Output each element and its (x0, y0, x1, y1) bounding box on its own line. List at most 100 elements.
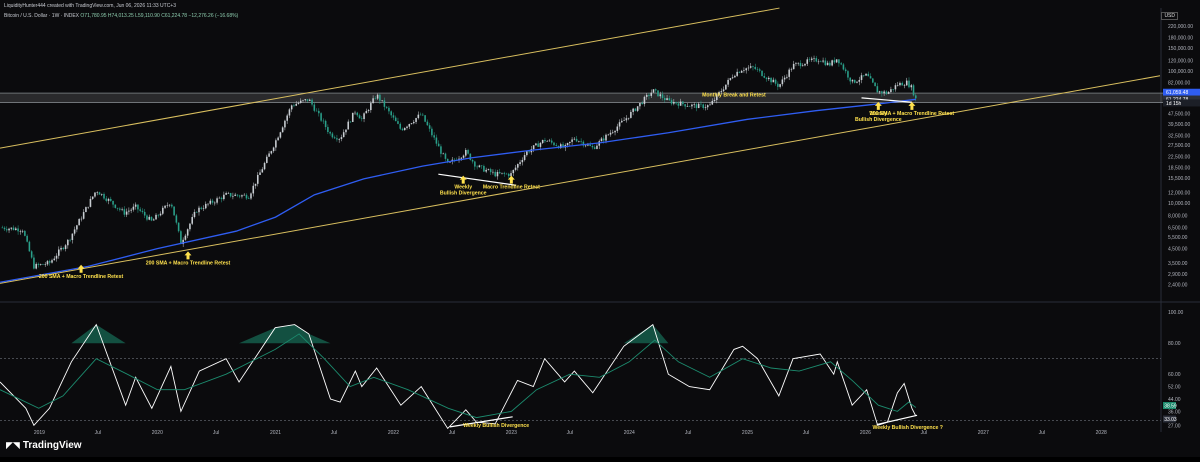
candle-body (385, 106, 388, 108)
candle-body (37, 263, 40, 265)
candle-body (700, 103, 702, 105)
candle-body (358, 115, 361, 119)
candle-body (356, 112, 359, 116)
candle-body (388, 107, 390, 112)
candle-body (885, 91, 888, 94)
candle-body (331, 133, 334, 138)
rsi-tick-label: 36.00 (1168, 409, 1181, 415)
candle-body (853, 79, 856, 83)
candle-body (91, 196, 94, 199)
candle-body (340, 137, 343, 140)
chart-svg[interactable]: 200 SMA + Macro Trendline Retest 200 SMA … (0, 0, 1200, 457)
candle-body (510, 173, 512, 177)
candle-body (277, 137, 279, 141)
candle-body (243, 194, 246, 196)
candle-body (623, 120, 625, 121)
candle-body (566, 143, 569, 146)
candle-body (15, 228, 17, 231)
candle-body (467, 149, 469, 154)
rsi-tick-label: 52.00 (1168, 385, 1181, 391)
candle-body (241, 195, 243, 197)
candle-body (28, 241, 31, 252)
candle-body (433, 135, 435, 138)
annotation-line: 200 SMA + Macro Trendline Retest (870, 111, 955, 117)
candle-body (675, 102, 677, 104)
candle-body (236, 194, 239, 196)
annotation-arrow-icon (77, 264, 85, 273)
annotation-line: 200 SMA + Macro Trendline Retest (39, 274, 124, 280)
candle-body (48, 261, 51, 263)
tradingview-logo[interactable]: ◤◥ TradingView (6, 440, 82, 451)
candle-body (894, 85, 897, 90)
time-tick-label: Jul (685, 430, 691, 436)
candle-body (139, 209, 141, 211)
candle-body (483, 165, 485, 172)
candle-body (218, 197, 221, 199)
candle-body (804, 63, 806, 66)
candle-body (788, 69, 790, 77)
candle-body (702, 104, 705, 108)
price-tick-label: 12,000.00 (1168, 190, 1190, 196)
candle-body (553, 142, 555, 146)
candle-body (498, 172, 501, 174)
candle-body (308, 99, 311, 101)
price-tick-label: 100,000.00 (1168, 69, 1193, 75)
candle-body (261, 169, 264, 173)
currency-badge[interactable]: USD (1161, 12, 1178, 20)
candle-body (602, 138, 605, 141)
candle-body (774, 79, 777, 84)
candle-body (17, 228, 19, 232)
price-tick-label: 5,500.00 (1168, 235, 1188, 241)
time-tick-label: 2019 (34, 430, 45, 436)
candle-body (523, 155, 526, 160)
candle-body (214, 202, 216, 204)
price-tick-label: 4,500.00 (1168, 247, 1188, 253)
candle-body (476, 166, 478, 168)
candle-body (679, 101, 682, 106)
candle-body (593, 147, 596, 149)
candle-body (761, 70, 763, 76)
candle-body (422, 114, 424, 116)
candle-body (370, 103, 372, 111)
candle-body (555, 145, 558, 146)
candle-body (641, 102, 643, 105)
candle-body (410, 123, 413, 125)
candle-body (42, 264, 44, 265)
candle-body (73, 229, 76, 234)
candle-body (677, 103, 680, 106)
candle-body (842, 64, 845, 70)
candle-body (168, 204, 171, 206)
candle-body (333, 137, 336, 139)
candle-body (659, 94, 662, 97)
candle-body (838, 59, 840, 64)
candle-body (376, 94, 379, 99)
candle-body (858, 79, 861, 82)
candle-body (682, 101, 684, 105)
candle-body (765, 77, 768, 80)
candle-body (912, 85, 915, 96)
candle-body (474, 161, 476, 167)
rsi-tick-label: 100.00 (1168, 310, 1184, 316)
candle-body (401, 128, 404, 131)
candle-body (709, 104, 711, 106)
candle-body (584, 145, 587, 147)
annotation-label: Weekly Bullish Divergence (440, 185, 487, 197)
candle-body (80, 218, 83, 220)
rsi-ma-line (0, 333, 917, 419)
candle-body (33, 257, 35, 269)
candle-body (146, 215, 148, 220)
rsi-tick-label: 80.00 (1168, 341, 1181, 347)
annotation-label: 200 SMA + Macro Trendline Retest (870, 111, 955, 117)
candle-body (661, 94, 664, 99)
candle-body (673, 102, 675, 104)
candle-body (123, 209, 126, 215)
candle-body (191, 217, 193, 224)
candle-body (548, 140, 551, 142)
candle-body (227, 193, 230, 194)
time-tick-label: 2027 (978, 430, 989, 436)
candle-body (367, 110, 370, 112)
candle-body (740, 70, 743, 73)
symbol-name[interactable]: Bitcoin / U.S. Dollar · 1W · INDEX (4, 13, 79, 19)
annotation-label: 200 SMA + Macro Trendline Retest (146, 260, 231, 266)
candle-body (614, 130, 616, 133)
